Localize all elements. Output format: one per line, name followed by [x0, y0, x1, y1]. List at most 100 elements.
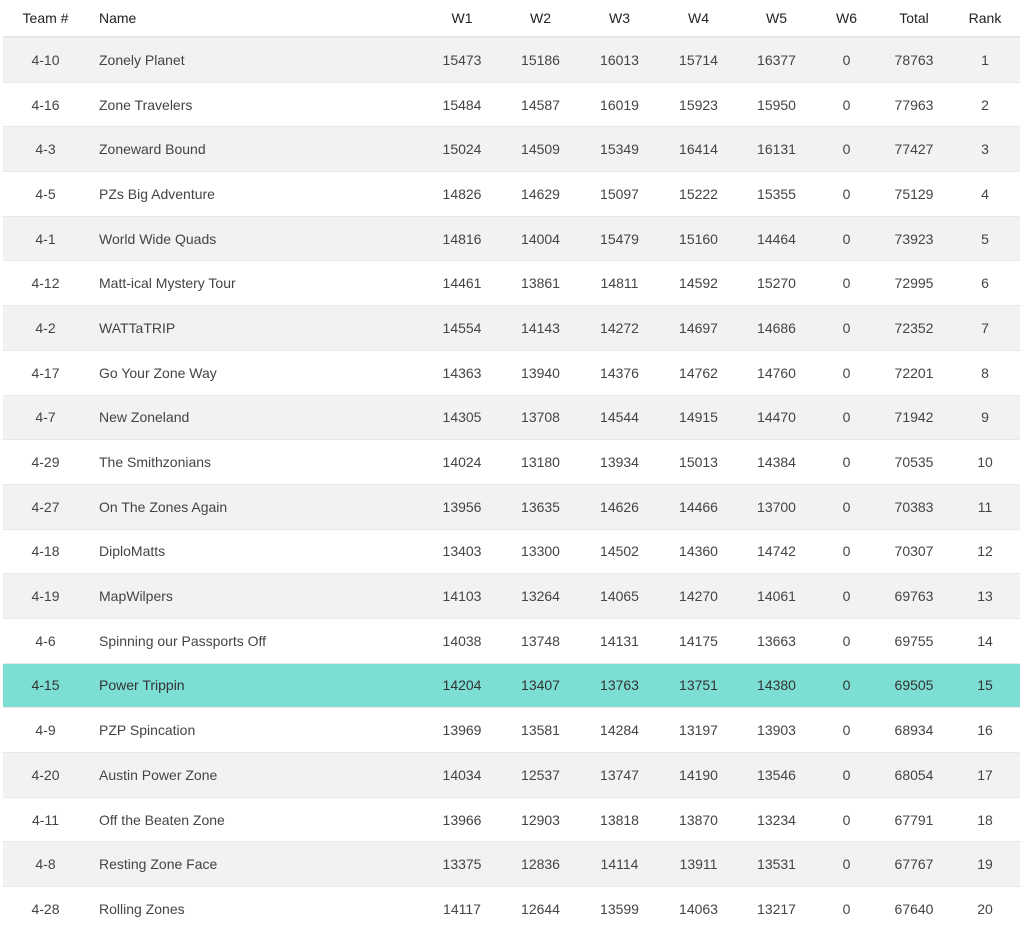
- header-name[interactable]: Name: [88, 0, 423, 38]
- name-cell: Resting Zone Face: [88, 841, 423, 887]
- w3-cell: 14065: [580, 573, 659, 619]
- w1-cell: 14024: [423, 439, 501, 485]
- rank-cell: 9: [950, 394, 1020, 440]
- rank-cell: 17: [950, 752, 1020, 798]
- w1-cell: 13969: [423, 707, 501, 753]
- w5-cell: 14464: [738, 215, 815, 261]
- w4-cell: 14466: [659, 483, 738, 530]
- team-cell: 4-5: [3, 171, 88, 217]
- w2-cell: 13748: [501, 617, 580, 664]
- name-cell: Rolling Zones: [88, 886, 423, 931]
- table-row: 4-20 Austin Power Zone 14034 12537 13747 1419…: [3, 752, 1020, 798]
- name-cell: Power Trippin: [88, 662, 423, 708]
- w5-cell: 13700: [738, 483, 815, 530]
- total-cell: 71942: [878, 394, 950, 440]
- w1-cell: 14363: [423, 349, 501, 395]
- w6-cell: 0: [815, 439, 878, 485]
- w2-cell: 12903: [501, 796, 580, 842]
- team-cell: 4-7: [3, 394, 88, 440]
- w5-cell: 13663: [738, 617, 815, 664]
- header-w5[interactable]: W5: [738, 0, 815, 38]
- total-cell: 72201: [878, 349, 950, 395]
- rank-cell: 5: [950, 215, 1020, 261]
- w2-cell: 13581: [501, 707, 580, 753]
- w5-cell: 15270: [738, 260, 815, 306]
- table-body: 4-10 Zonely Planet 15473 15186 16013 15714 163…: [3, 36, 1020, 931]
- w2-cell: 13940: [501, 349, 580, 395]
- w3-cell: 13818: [580, 796, 659, 842]
- total-cell: 77427: [878, 126, 950, 172]
- table-row: 4-1 World Wide Quads 14816 14004 15479 15160 1…: [3, 215, 1020, 261]
- w4-cell: 15013: [659, 439, 738, 485]
- w3-cell: 16019: [580, 81, 659, 127]
- w6-cell: 0: [815, 215, 878, 261]
- name-cell: Zone Travelers: [88, 81, 423, 127]
- header-w1[interactable]: W1: [423, 0, 501, 38]
- w1-cell: 15024: [423, 126, 501, 172]
- w4-cell: 16414: [659, 126, 738, 172]
- table-row: 4-29 The Smithzonians 14024 13180 13934 15013…: [3, 439, 1020, 485]
- w5-cell: 16131: [738, 126, 815, 172]
- w6-cell: 0: [815, 662, 878, 708]
- w5-cell: 14686: [738, 305, 815, 351]
- header-w4[interactable]: W4: [659, 0, 738, 38]
- w4-cell: 13911: [659, 841, 738, 887]
- w1-cell: 14204: [423, 662, 501, 708]
- table-row: 4-19 MapWilpers 14103 13264 14065 14270 14061 0…: [3, 573, 1020, 619]
- w2-cell: 13861: [501, 260, 580, 306]
- w4-cell: 14360: [659, 528, 738, 574]
- total-cell: 72352: [878, 305, 950, 351]
- w5-cell: 13217: [738, 886, 815, 931]
- w1-cell: 14103: [423, 573, 501, 619]
- rank-cell: 4: [950, 171, 1020, 217]
- w5-cell: 15355: [738, 171, 815, 217]
- w3-cell: 13934: [580, 439, 659, 485]
- w6-cell: 0: [815, 171, 878, 217]
- header-w6[interactable]: W6: [815, 0, 878, 38]
- w2-cell: 13180: [501, 439, 580, 485]
- team-cell: 4-27: [3, 483, 88, 530]
- w2-cell: 14004: [501, 215, 580, 261]
- name-cell: On The Zones Again: [88, 483, 423, 530]
- team-cell: 4-12: [3, 260, 88, 306]
- total-cell: 70307: [878, 528, 950, 574]
- header-team[interactable]: Team #: [3, 0, 88, 38]
- table-row: 4-17 Go Your Zone Way 14363 13940 14376 14762…: [3, 349, 1020, 395]
- header-w2[interactable]: W2: [501, 0, 580, 38]
- table-row: 4-16 Zone Travelers 15484 14587 16019 15923 15…: [3, 81, 1020, 127]
- header-rank[interactable]: Rank: [950, 0, 1020, 38]
- team-cell: 4-6: [3, 617, 88, 664]
- total-cell: 68054: [878, 752, 950, 798]
- w6-cell: 0: [815, 573, 878, 619]
- w5-cell: 14384: [738, 439, 815, 485]
- total-cell: 69763: [878, 573, 950, 619]
- w6-cell: 0: [815, 81, 878, 127]
- header-w3[interactable]: W3: [580, 0, 659, 38]
- w5-cell: 15950: [738, 81, 815, 127]
- w4-cell: 14190: [659, 752, 738, 798]
- name-cell: Off the Beaten Zone: [88, 796, 423, 842]
- w3-cell: 14272: [580, 305, 659, 351]
- rank-cell: 3: [950, 126, 1020, 172]
- name-cell: Matt-ical Mystery Tour: [88, 260, 423, 306]
- team-cell: 4-11: [3, 796, 88, 842]
- w5-cell: 13234: [738, 796, 815, 842]
- name-cell: Spinning our Passports Off: [88, 617, 423, 664]
- name-cell: New Zoneland: [88, 394, 423, 440]
- total-cell: 67791: [878, 796, 950, 842]
- w2-cell: 14629: [501, 171, 580, 217]
- table-row: 4-28 Rolling Zones 14117 12644 13599 14063 132…: [3, 886, 1020, 931]
- rank-cell: 8: [950, 349, 1020, 395]
- table-row: 4-2 WATTaTRIP 14554 14143 14272 14697 14686 0 72…: [3, 305, 1020, 351]
- w6-cell: 0: [815, 260, 878, 306]
- rank-cell: 1: [950, 36, 1020, 83]
- header-total[interactable]: Total: [878, 0, 950, 38]
- w6-cell: 0: [815, 617, 878, 664]
- w3-cell: 13599: [580, 886, 659, 931]
- table-row: 4-6 Spinning our Passports Off 14038 13748 1…: [3, 617, 1020, 664]
- w3-cell: 14544: [580, 394, 659, 440]
- w1-cell: 14305: [423, 394, 501, 440]
- w6-cell: 0: [815, 305, 878, 351]
- w3-cell: 14376: [580, 349, 659, 395]
- rank-cell: 20: [950, 886, 1020, 931]
